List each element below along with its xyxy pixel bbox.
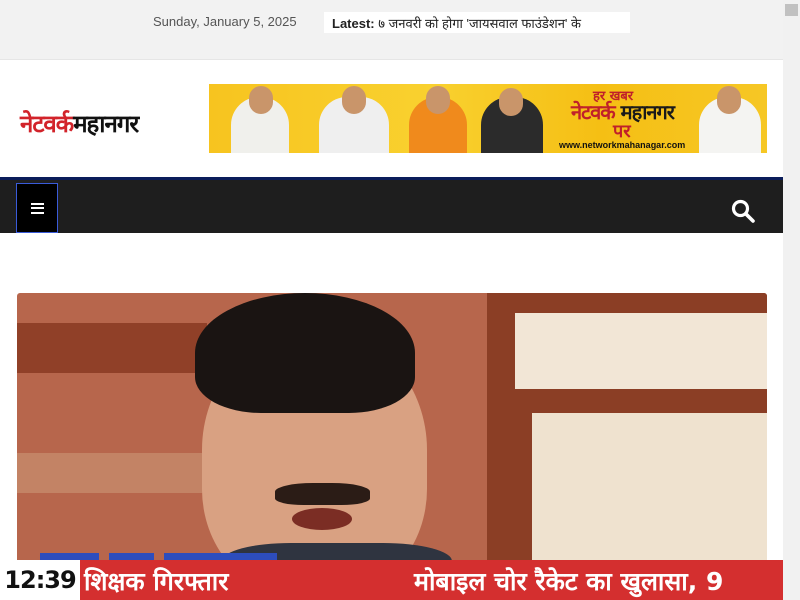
banner-head-5 bbox=[717, 86, 741, 114]
current-date: Sunday, January 5, 2025 bbox=[153, 14, 297, 29]
top-bar: Sunday, January 5, 2025 Latest: ७ जनवरी … bbox=[0, 0, 783, 60]
subject-mustache bbox=[275, 483, 370, 505]
main-nav-bar bbox=[0, 177, 783, 233]
logo-text-red: नेटवर्क bbox=[20, 110, 74, 138]
banner-head-3 bbox=[426, 86, 450, 114]
banner-head-1 bbox=[249, 86, 273, 114]
featured-article-image[interactable] bbox=[17, 293, 767, 600]
hamburger-icon bbox=[30, 202, 44, 214]
breaking-news-ticker: शिक्षक गिरफ्तार मोबाइल चोर रैकेट का खुला… bbox=[0, 560, 783, 600]
latest-label: Latest: bbox=[332, 16, 375, 31]
latest-news-ticker[interactable]: Latest: ७ जनवरी को होगा 'जायसवाल फाउंडेश… bbox=[324, 12, 630, 33]
banner-url: www.networkmahanagar.com bbox=[559, 140, 686, 150]
banner-head-4 bbox=[499, 88, 523, 116]
search-button[interactable] bbox=[730, 198, 756, 224]
page: Sunday, January 5, 2025 Latest: ७ जनवरी … bbox=[0, 0, 800, 600]
site-header: नेटवर्कमहानगर हर खबर नेटवर्क महानगर पर w… bbox=[0, 61, 783, 177]
ticker-item[interactable]: शिक्षक गिरफ्तार bbox=[84, 564, 229, 598]
bg-panel-lower bbox=[532, 413, 767, 563]
scrollbar-up-arrow[interactable] bbox=[785, 4, 798, 16]
banner-brand-red: नेटवर्क bbox=[571, 100, 616, 124]
bg-wood-panel-lower bbox=[17, 453, 207, 493]
ticker-item[interactable]: मोबाइल चोर रैकेट का खुलासा, 9 bbox=[414, 564, 723, 598]
logo-text-dark: महानगर bbox=[73, 110, 139, 138]
banner-head-2 bbox=[342, 86, 366, 114]
bg-wood-panel bbox=[17, 323, 207, 373]
bg-panel-upper bbox=[515, 313, 767, 389]
ticker-clock: 12:39 bbox=[0, 560, 80, 600]
latest-news-link[interactable]: ७ जनवरी को होगा 'जायसवाल फाउंडेशन' के bbox=[378, 16, 581, 31]
site-logo[interactable]: नेटवर्कमहानगर bbox=[20, 107, 139, 140]
menu-toggle-button[interactable] bbox=[16, 183, 58, 233]
subject-hair bbox=[195, 293, 415, 413]
page-scrollbar[interactable] bbox=[783, 0, 800, 600]
search-icon bbox=[731, 199, 755, 223]
header-ad-banner[interactable]: हर खबर नेटवर्क महानगर पर www.networkmaha… bbox=[209, 84, 767, 153]
subject-mouth bbox=[292, 508, 352, 530]
